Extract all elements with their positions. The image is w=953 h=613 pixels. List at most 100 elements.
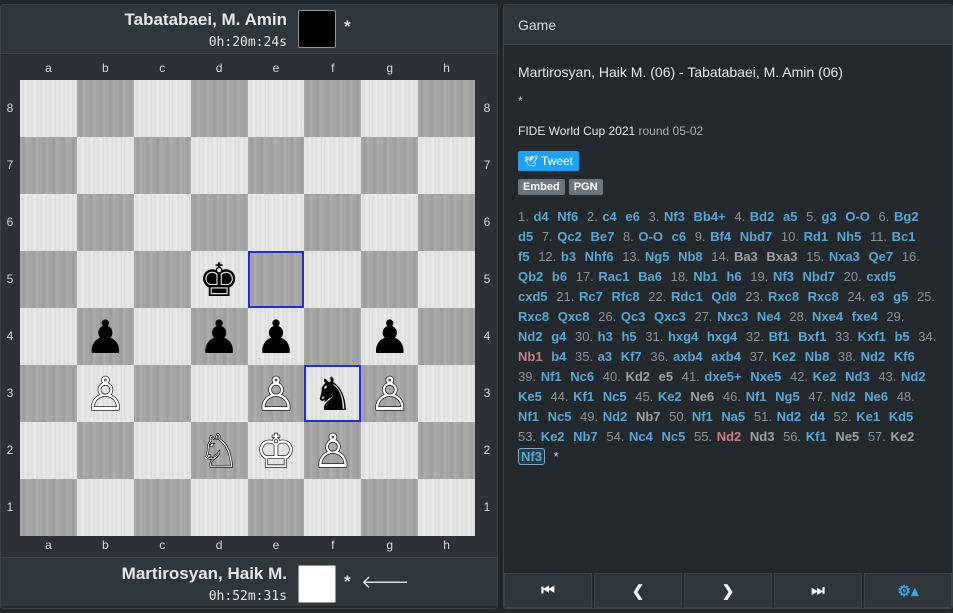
move[interactable]: Rxc8 <box>518 309 549 324</box>
move[interactable]: Nd2 <box>861 349 886 364</box>
move[interactable]: Nc6 <box>570 369 594 384</box>
move[interactable]: Ng5 <box>775 389 800 404</box>
move[interactable]: h5 <box>621 329 636 344</box>
move[interactable]: Nd2 <box>518 329 543 344</box>
square-h7[interactable] <box>418 137 475 194</box>
move[interactable]: g4 <box>551 329 566 344</box>
move[interactable]: Ne6 <box>864 389 888 404</box>
move[interactable]: Bg2 <box>894 209 919 224</box>
move[interactable]: Rxc8 <box>808 289 839 304</box>
move[interactable]: O-O <box>638 229 663 244</box>
last-move-button[interactable]: ⏭ <box>774 573 862 608</box>
square-g2[interactable] <box>361 422 419 479</box>
piece-f2[interactable]: ♙ <box>312 427 355 474</box>
move[interactable]: Nf6 <box>557 209 578 224</box>
square-b4[interactable]: ♟ <box>76 308 134 365</box>
move[interactable]: Nb8 <box>805 349 830 364</box>
move[interactable]: Bf4 <box>710 229 731 244</box>
move[interactable]: Nd2 <box>831 389 856 404</box>
square-g8[interactable] <box>361 80 419 137</box>
move[interactable]: Rd1 <box>804 229 829 244</box>
square-a8[interactable] <box>20 80 77 137</box>
square-h1[interactable] <box>418 479 475 536</box>
move[interactable]: Ne4 <box>757 309 781 324</box>
square-g3[interactable]: ♙ <box>361 365 419 422</box>
move[interactable]: Bf1 <box>769 329 790 344</box>
move[interactable]: Nc5 <box>662 429 686 444</box>
square-g1[interactable] <box>361 479 419 536</box>
square-d7[interactable] <box>190 137 248 194</box>
move[interactable]: Nd2 <box>603 409 628 424</box>
move[interactable]: Nc4 <box>629 429 653 444</box>
move[interactable]: e6 <box>625 209 639 224</box>
square-e1[interactable] <box>247 479 305 536</box>
square-d8[interactable] <box>190 80 248 137</box>
square-a6[interactable] <box>20 194 77 251</box>
square-h2[interactable] <box>418 422 475 479</box>
square-c6[interactable] <box>133 194 191 251</box>
move[interactable]: b5 <box>894 329 909 344</box>
move[interactable]: Ne5 <box>835 429 859 444</box>
move[interactable]: Nf1 <box>746 389 767 404</box>
move[interactable]: e3 <box>870 289 884 304</box>
square-a1[interactable] <box>20 479 77 536</box>
square-e5[interactable] <box>247 251 305 308</box>
move[interactable]: Nc5 <box>548 409 572 424</box>
move[interactable]: Qxc3 <box>654 309 686 324</box>
piece-b3[interactable]: ♙ <box>84 370 127 417</box>
move[interactable]: Nb8 <box>678 249 703 264</box>
piece-d5[interactable]: ♚ <box>198 257 239 303</box>
move[interactable]: Nf1 <box>518 409 539 424</box>
move[interactable]: Nb1 <box>518 349 543 364</box>
square-f8[interactable] <box>304 80 362 137</box>
move[interactable]: Nxe4 <box>812 309 843 324</box>
move[interactable]: Nd2 <box>777 409 802 424</box>
square-f5[interactable] <box>304 251 362 308</box>
square-d3[interactable] <box>190 365 248 422</box>
move[interactable]: Nxa3 <box>829 249 860 264</box>
square-a2[interactable] <box>20 422 77 479</box>
move[interactable]: Qd8 <box>711 289 736 304</box>
move[interactable]: d4 <box>810 409 825 424</box>
square-h3[interactable] <box>418 365 475 422</box>
move[interactable]: Nb7 <box>636 409 661 424</box>
move[interactable]: cxd5 <box>866 269 896 284</box>
square-e2[interactable]: ♔ <box>247 422 305 479</box>
move[interactable]: hxg4 <box>668 329 698 344</box>
move[interactable]: b4 <box>551 349 566 364</box>
square-b1[interactable] <box>76 479 134 536</box>
move[interactable]: a3 <box>598 349 612 364</box>
square-h4[interactable] <box>418 308 475 365</box>
move[interactable]: Nd2 <box>717 429 742 444</box>
square-a4[interactable] <box>20 308 77 365</box>
move[interactable]: h3 <box>598 329 613 344</box>
square-b8[interactable] <box>76 80 134 137</box>
move[interactable]: Nf3 <box>518 448 545 465</box>
move[interactable]: Bxf1 <box>798 329 826 344</box>
square-b5[interactable] <box>76 251 134 308</box>
move[interactable]: Nf3 <box>773 269 794 284</box>
move[interactable]: Nh5 <box>837 229 862 244</box>
move[interactable]: Nd3 <box>750 429 775 444</box>
move[interactable]: Kd2 <box>625 369 650 384</box>
square-c4[interactable] <box>133 308 191 365</box>
move[interactable]: Qe7 <box>869 249 894 264</box>
square-c3[interactable] <box>133 365 191 422</box>
move[interactable]: b3 <box>561 249 576 264</box>
move[interactable]: g3 <box>822 209 837 224</box>
square-f1[interactable] <box>304 479 362 536</box>
square-a7[interactable] <box>20 137 77 194</box>
move[interactable]: Nf3 <box>664 209 685 224</box>
square-a3[interactable] <box>20 365 77 422</box>
tweet-button[interactable]: 🕊 Tweet <box>518 151 579 171</box>
move[interactable]: Nbd7 <box>803 269 836 284</box>
square-b6[interactable] <box>76 194 134 251</box>
move[interactable]: Na5 <box>721 409 745 424</box>
square-b2[interactable] <box>76 422 134 479</box>
embed-button[interactable]: Embed <box>518 179 565 195</box>
square-f4[interactable] <box>304 308 362 365</box>
move[interactable]: Ne6 <box>690 389 714 404</box>
move[interactable]: O-O <box>845 209 870 224</box>
piece-g4[interactable]: ♟ <box>369 314 410 360</box>
move[interactable]: Nb7 <box>573 429 598 444</box>
